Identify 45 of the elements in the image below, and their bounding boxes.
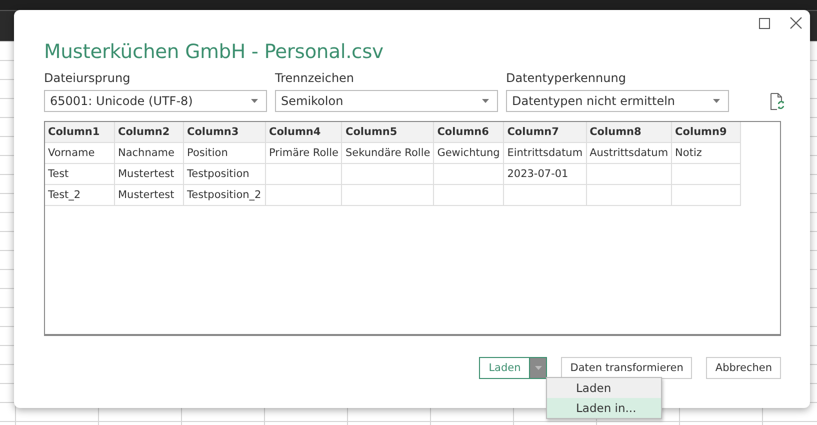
table-cell: Position [184, 142, 266, 164]
column-header: Column5 [342, 122, 434, 142]
table-cell: Mustertest [114, 184, 184, 206]
table-cell: Vorname [45, 142, 114, 164]
column-header: Column1 [45, 122, 114, 142]
column-header: Column7 [504, 122, 586, 142]
dialog-button[interactable]: Daten transformieren [561, 357, 692, 379]
table-cell: Austrittsdatum [586, 142, 672, 164]
table-cell: Test [45, 164, 114, 184]
field-label: Dateiursprung [44, 71, 132, 87]
column-header: Column2 [114, 122, 184, 142]
table-cell: Gewichtung [434, 142, 504, 164]
column-header: Column4 [266, 122, 342, 142]
dropdown-field[interactable]: Datentypen nicht ermitteln [506, 90, 729, 112]
table-cell: Mustertest [114, 164, 184, 184]
close-icon[interactable] [790, 17, 802, 29]
table-cell: Sekundäre Rolle [342, 142, 434, 164]
table-cell: 2023-07-01 [504, 164, 586, 184]
dropdown-button[interactable] [529, 357, 548, 379]
menu-item[interactable]: Laden [547, 378, 661, 398]
caret-icon [251, 99, 258, 103]
field-label: Datentyperkennung [506, 71, 627, 87]
table-cell: Testposition_2 [184, 184, 266, 206]
caret-icon [482, 99, 489, 103]
table-cell: Notiz [672, 142, 741, 164]
column-header: Column8 [586, 122, 672, 142]
table-cell: Primäre Rolle [266, 142, 342, 164]
table-cell: Nachname [114, 142, 184, 164]
table-cell: Test_2 [45, 184, 114, 206]
table-cell: Testposition [184, 164, 266, 184]
caret-icon [713, 99, 720, 103]
maximize-icon[interactable] [759, 18, 770, 28]
refresh-file-icon[interactable] [770, 93, 784, 110]
dialog-title: Musterküchen GmbH - Personal.csv [44, 40, 384, 65]
column-header: Column6 [434, 122, 504, 142]
dropdown-field[interactable]: 65001: Unicode (UTF-8) [44, 90, 267, 112]
dropdown-field[interactable]: Semikolon [275, 90, 498, 112]
dialog-button[interactable]: Abbrechen [706, 357, 781, 379]
column-header: Column9 [672, 122, 741, 142]
column-header: Column3 [184, 122, 266, 142]
table-cell: Eintrittsdatum [504, 142, 586, 164]
load-button[interactable]: Laden [479, 357, 530, 379]
menu-item[interactable]: Laden in... [547, 398, 661, 418]
field-label: Trennzeichen [275, 71, 356, 87]
caret-icon [534, 366, 542, 370]
